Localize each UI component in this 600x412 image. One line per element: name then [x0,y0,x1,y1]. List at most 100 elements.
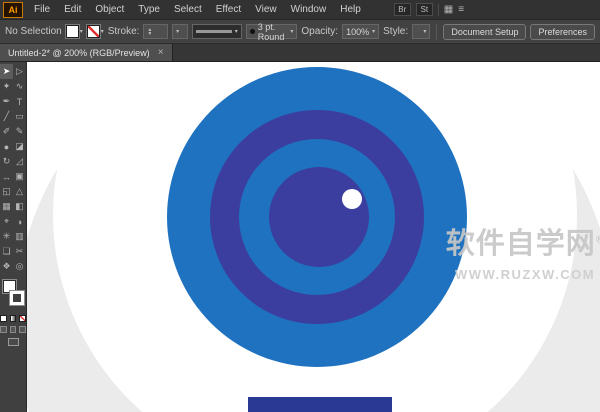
magic-wand-tool[interactable]: ✦ [0,79,13,94]
opacity-label: Opacity: [301,26,339,37]
paintbrush-tool[interactable]: ✐ [0,124,13,139]
stepper-down-icon[interactable]: ▼ [147,31,152,36]
watermark-line2: WWW.RUZXW.COM [454,267,596,282]
none-button[interactable] [19,315,27,322]
artboard-tool[interactable]: ❏ [0,244,13,259]
pupil-circle [269,167,369,267]
tab-bar: Untitled-2* @ 200% (RGB/Preview) × [0,44,600,62]
bridge-button[interactable]: Br [393,3,411,16]
color-button[interactable] [0,315,7,322]
gradient-tool[interactable]: ◧ [13,199,26,214]
stroke-weight-stepper[interactable]: ▲ ▼ [143,24,169,39]
brush-definition-value: 3 pt. Round [257,21,285,42]
document-tab[interactable]: Untitled-2* @ 200% (RGB/Preview) × [0,44,173,61]
menu-object[interactable]: Object [88,0,131,19]
watermark-line1: 软件自学网® [435,220,600,262]
fill-dropdown-icon[interactable]: ▾ [80,28,83,35]
eraser-tool[interactable]: ◪ [13,139,26,154]
rotate-tool[interactable]: ↻ [0,154,13,169]
selection-status: No Selection [5,26,62,37]
menu-bar: Ai File Edit Object Type Select Effect View Win… [0,0,600,20]
opacity-value: 100% [346,26,370,37]
line-segment-tool[interactable]: ╱ [0,109,13,124]
menu-bar-right: Br St ▦ ≡ [393,3,464,16]
type-tool[interactable]: T [13,94,26,109]
stroke-color-swatch[interactable] [85,24,101,39]
menu-type[interactable]: Type [131,0,167,19]
stepper-arrows[interactable]: ▲ ▼ [147,27,152,36]
canvas[interactable]: 软件自学网® WWW.RUZXW.COM [27,62,600,412]
tools-panel: ➤ ▷ ✦ ∿ ✒ T ╱ ▭ ✐ ✎ ● ◪ ↻ ◿ ↔ ▣ ◱ △ ▦ ◧ ⌖ ◑ ✳ ▥ ❏ ✂ ❖ ◎ [0,62,27,412]
workspace-grid-icon[interactable]: ▦ [444,4,453,15]
slice-tool[interactable]: ✂ [13,244,26,259]
base-rectangle [248,397,392,412]
app-logo-icon: Ai [3,1,23,18]
pupil-highlight-circle [342,189,362,209]
draw-inside-button[interactable] [19,326,27,333]
blob-brush-tool[interactable]: ● [0,139,13,154]
stroke-weight-dropdown-icon[interactable]: ▾ [176,28,179,35]
menu-select[interactable]: Select [167,0,209,19]
fill-color-swatch[interactable] [64,24,80,39]
opacity-dropdown-icon[interactable]: ▾ [372,28,375,35]
menu-bar-divider [437,3,439,16]
style-dropdown-icon[interactable]: ▾ [423,28,426,35]
shape-builder-tool[interactable]: ◱ [0,184,13,199]
stroke-weight-dropdown[interactable]: ▾ [172,24,188,39]
free-transform-tool[interactable]: ▣ [13,169,26,184]
width-profile-dropdown-icon[interactable]: ▾ [235,28,238,35]
preferences-button[interactable]: Preferences [530,23,595,40]
stock-button[interactable]: St [415,3,433,16]
fill-swatch-control[interactable]: ▾ [64,24,83,39]
stroke-swatch-control[interactable]: ▾ [85,24,104,39]
drawing-mode-buttons [0,326,27,333]
style-label: Style: [383,26,409,37]
zoom-tool[interactable]: ◎ [13,259,26,274]
menu-edit[interactable]: Edit [57,0,88,19]
selection-tool[interactable]: ➤ [0,64,13,79]
menu-help[interactable]: Help [333,0,368,19]
scale-tool[interactable]: ◿ [13,154,26,169]
brush-preview-icon [249,29,255,34]
opacity-dropdown[interactable]: 100% ▾ [342,24,380,39]
brush-definition-dropdown[interactable]: 3 pt. Round ▾ [245,21,298,42]
symbol-sprayer-tool[interactable]: ✳ [0,229,13,244]
draw-normal-button[interactable] [0,326,7,333]
document-setup-button[interactable]: Document Setup [443,23,527,40]
screen-mode-button[interactable] [7,338,19,346]
watermark: 软件自学网® WWW.RUZXW.COM [435,220,600,282]
hand-tool[interactable]: ❖ [0,259,13,274]
eyedropper-tool[interactable]: ⌖ [0,214,13,229]
control-bar-divider [436,23,438,40]
style-dropdown[interactable]: ▾ [412,24,431,39]
rectangle-tool[interactable]: ▭ [13,109,26,124]
perspective-grid-tool[interactable]: △ [13,184,26,199]
tab-close-icon[interactable]: × [158,47,164,58]
draw-behind-button[interactable] [9,326,17,333]
variable-width-profile-dropdown[interactable]: ▾ [191,24,242,39]
menu-window[interactable]: Window [284,0,334,19]
gradient-button[interactable] [9,315,17,322]
menu-file[interactable]: File [27,0,57,19]
blend-tool[interactable]: ◑ [13,214,26,229]
menu-effect[interactable]: Effect [209,0,248,19]
toolbar-tools: ➤ ▷ ✦ ∿ ✒ T ╱ ▭ ✐ ✎ ● ◪ ↻ ◿ ↔ ▣ ◱ △ ▦ ◧ ⌖ ◑ ✳ ▥ ❏ ✂ ❖ ◎ [0,62,26,274]
document-tab-title: Untitled-2* @ 200% (RGB/Preview) [8,47,150,58]
menu-items: File Edit Object Type Select Effect View Window… [27,0,368,19]
workspace-menu-icon[interactable]: ≡ [458,4,464,15]
column-graph-tool[interactable]: ▥ [13,229,26,244]
stroke-dropdown-icon[interactable]: ▾ [101,28,104,35]
menu-view[interactable]: View [248,0,284,19]
stroke-label: Stroke: [107,26,140,37]
registered-mark: ® [596,234,600,245]
width-tool[interactable]: ↔ [0,169,13,184]
toolbar-stroke-swatch[interactable] [9,290,25,306]
mesh-tool[interactable]: ▦ [0,199,13,214]
color-type-buttons [0,315,27,322]
pen-tool[interactable]: ✒ [0,94,13,109]
lasso-tool[interactable]: ∿ [13,79,26,94]
direct-selection-tool[interactable]: ▷ [13,64,26,79]
pencil-tool[interactable]: ✎ [13,124,26,139]
fill-stroke-indicator[interactable] [0,279,27,311]
brush-dropdown-icon[interactable]: ▾ [290,28,293,35]
